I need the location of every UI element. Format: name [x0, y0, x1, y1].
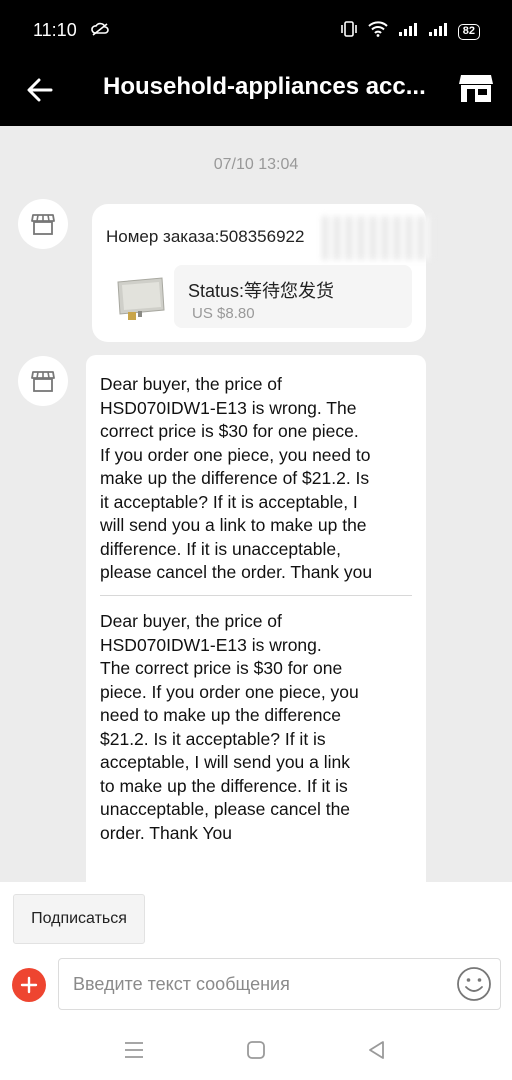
vibrate-icon: [340, 21, 358, 42]
message-bubble[interactable]: Dear buyer, the price of HSD070IDW1-E13 …: [86, 355, 426, 882]
translation-divider: [100, 595, 412, 596]
status-icons: 82: [340, 21, 480, 42]
back-triangle-icon[interactable]: [366, 1039, 388, 1061]
menu-icon[interactable]: [123, 1040, 145, 1060]
message-timestamp: 07/10 13:04: [213, 156, 299, 173]
redacted-blur: [322, 216, 432, 260]
cloud-icon: [90, 22, 110, 41]
order-card[interactable]: Номер заказа:508356922 Status:等待您发货 US $…: [92, 204, 432, 342]
shop-avatar-icon[interactable]: [18, 356, 68, 406]
chat-header: Household-appliances acc...: [0, 60, 512, 126]
message-paragraph-english: Dear buyer, the price of HSD070IDW1-E13 …: [100, 374, 373, 582]
chat-area[interactable]: 07/10 13:04 Номер заказа:508356922 Statu…: [0, 126, 512, 882]
status-bar: 11:10 82: [0, 0, 512, 60]
signal-icon: [428, 22, 448, 41]
message-paragraph-translated: Dear buyer, the price of HSD070IDW1-E13 …: [100, 611, 359, 843]
order-status: Status:等待您发货: [188, 281, 335, 301]
shop-avatar-icon[interactable]: [18, 199, 68, 249]
store-icon[interactable]: [456, 68, 496, 108]
home-icon[interactable]: [246, 1040, 266, 1060]
back-arrow-icon[interactable]: [22, 72, 58, 108]
order-price: US $8.80: [192, 305, 255, 322]
system-navbar: [0, 1032, 512, 1072]
order-number: Номер заказа:508356922: [106, 227, 305, 246]
composer-area: Подписаться: [0, 882, 512, 1080]
status-time: 11:10: [33, 20, 77, 40]
plus-icon[interactable]: [12, 968, 46, 1002]
battery-icon: 82: [457, 23, 480, 40]
signal-icon: [398, 22, 418, 41]
product-thumbnail: [114, 276, 166, 322]
emoji-icon[interactable]: [456, 966, 492, 1002]
subscribe-button[interactable]: Подписаться: [13, 894, 145, 944]
page-title: Household-appliances acc...: [103, 73, 426, 100]
wifi-icon: [368, 21, 388, 42]
message-input[interactable]: [58, 958, 501, 1010]
order-status-box: Status:等待您发货 US $8.80: [174, 265, 412, 328]
